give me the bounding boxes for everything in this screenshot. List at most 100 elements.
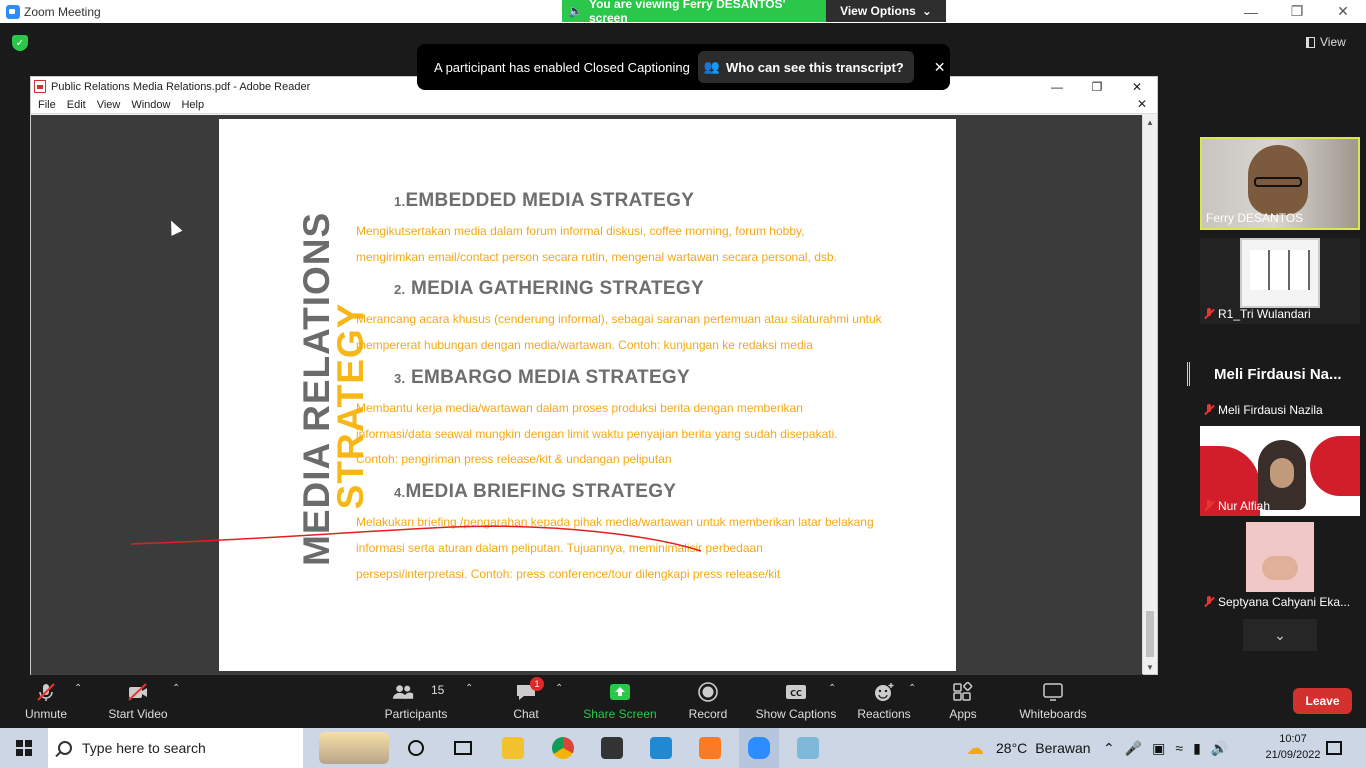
share-banner: 🔈 You are viewing Ferry DESANTOS' screen… [562, 0, 946, 25]
menu-edit[interactable]: Edit [67, 99, 86, 111]
notepad-icon[interactable] [592, 728, 632, 768]
leave-button[interactable]: Leave [1293, 688, 1352, 714]
video-tile-active-speaker[interactable]: Ferry DESANTOS [1200, 137, 1360, 230]
adobe-minimize-button[interactable]: — [1037, 77, 1077, 96]
file-explorer-icon[interactable] [493, 728, 533, 768]
window-background [1240, 238, 1320, 308]
cortana-icon[interactable] [396, 728, 436, 768]
start-video-button[interactable]: Start Video [104, 675, 172, 728]
share-screen-button[interactable]: Share Screen [582, 675, 658, 728]
task-view-icon[interactable] [443, 728, 483, 768]
view-options-button[interactable]: View Options ⌄ [826, 0, 946, 22]
notifications-icon[interactable] [1314, 728, 1354, 768]
weather-widget[interactable]: ☁ 28°C Berawan [966, 728, 1091, 768]
search-icon [58, 741, 72, 755]
whiteboards-button[interactable]: Whiteboards [1016, 675, 1090, 728]
video-off-icon [128, 683, 147, 701]
record-button[interactable]: Record [688, 675, 728, 728]
reactions-button[interactable]: Reactions [855, 675, 913, 728]
apps-button[interactable]: Apps [945, 675, 981, 728]
video-tile[interactable]: Meli Firdausi Na... Meli Firdausi Nazila [1200, 332, 1360, 420]
window-title: Zoom Meeting [24, 4, 101, 19]
xampp-icon[interactable] [690, 728, 730, 768]
scroll-down-icon[interactable]: ▼ [1143, 660, 1157, 674]
adobe-restore-button[interactable]: ❐ [1077, 77, 1117, 96]
pdf-icon [34, 80, 46, 93]
speaker-icon: 🔈 [568, 4, 583, 18]
system-tray: ⌃ 🎤 ▣ ≈ ▮ 🔊 [1103, 728, 1228, 768]
tray-chevron-up-icon[interactable]: ⌃ [1103, 740, 1115, 757]
security-shield-icon[interactable]: ✓ [12, 35, 28, 51]
minimize-button[interactable]: — [1228, 0, 1274, 23]
mic-muted-icon [37, 683, 55, 701]
restore-button[interactable]: ❐ [1274, 0, 1320, 23]
record-icon [698, 682, 718, 702]
menu-view[interactable]: View [97, 99, 121, 111]
scroll-up-icon[interactable]: ▲ [1143, 115, 1157, 129]
show-captions-button[interactable]: CC Show Captions [754, 675, 838, 728]
adobe-window-title: Public Relations Media Relations.pdf - A… [51, 80, 311, 93]
muted-mic-icon [1204, 500, 1214, 512]
muted-mic-icon [1204, 308, 1214, 320]
participant-name: R1_Tri Wulandari [1204, 307, 1311, 321]
participant-name: Nur Alfiah [1204, 499, 1270, 513]
menu-window[interactable]: Window [131, 99, 170, 111]
view-button[interactable]: View [1306, 35, 1346, 49]
chevron-down-icon: ⌄ [921, 4, 932, 18]
muted-mic-icon [1204, 596, 1214, 608]
apps-icon [953, 682, 973, 701]
chat-unread-badge: 1 [530, 677, 544, 691]
annotation-path [130, 525, 702, 552]
tray-battery-icon[interactable]: ▮ [1193, 740, 1201, 757]
weather-temperature: 28°C [996, 740, 1028, 756]
closed-caption-notice: A participant has enabled Closed Caption… [417, 44, 950, 90]
scroll-thumb[interactable] [1146, 611, 1154, 657]
captions-options-caret-icon[interactable]: ⌃ [828, 683, 836, 694]
menu-help[interactable]: Help [181, 99, 204, 111]
unmute-options-caret-icon[interactable]: ⌃ [74, 683, 82, 694]
glasses [1254, 177, 1302, 187]
view-grid-icon [1306, 36, 1315, 48]
adobe-reader-window: Public Relations Media Relations.pdf - A… [30, 76, 1158, 676]
participants-button[interactable]: 15 Participants [384, 675, 448, 728]
video-tile[interactable]: Nur Alfiah [1200, 426, 1360, 516]
adobe-window-controls: — ❐ ✕ [1037, 77, 1157, 96]
svg-text:CC: CC [790, 689, 802, 698]
tray-mic-icon[interactable]: 🎤 [1125, 740, 1142, 757]
video-tile[interactable]: Septyana Cahyani Eka... [1200, 522, 1360, 612]
whiteboard-icon [1043, 683, 1063, 701]
video-tile[interactable]: R1_Tri Wulandari [1200, 238, 1360, 324]
menu-file[interactable]: File [38, 99, 56, 111]
news-widget-icon[interactable] [316, 728, 392, 768]
unmute-button[interactable]: Unmute [18, 675, 74, 728]
taskbar-search-box[interactable]: Type here to search [48, 728, 303, 768]
participants-options-caret-icon[interactable]: ⌃ [465, 683, 473, 694]
weather-cloud-icon: ☁ [966, 737, 984, 758]
close-notice-icon[interactable]: ✕ [934, 59, 946, 76]
close-button[interactable]: ✕ [1320, 0, 1366, 23]
more-participants-chevron-icon[interactable]: ⌄ [1243, 619, 1317, 651]
tray-wifi-icon[interactable]: ≈ [1175, 740, 1183, 756]
people-lock-icon: 👥 [703, 59, 721, 74]
adobe-close-button[interactable]: ✕ [1117, 77, 1157, 96]
reactions-options-caret-icon[interactable]: ⌃ [908, 683, 916, 694]
muted-mic-icon [1204, 404, 1214, 416]
start-button[interactable] [0, 728, 48, 768]
adobe-reader-taskbar-icon[interactable] [788, 728, 828, 768]
video-options-caret-icon[interactable]: ⌃ [172, 683, 180, 694]
zoom-taskbar-icon[interactable] [739, 728, 779, 768]
panel-splitter[interactable] [1187, 362, 1190, 386]
tray-volume-icon[interactable]: 🔊 [1211, 740, 1228, 757]
caption-notice-message: A participant has enabled Closed Caption… [434, 59, 690, 75]
document-close-icon[interactable]: ✕ [1137, 97, 1147, 111]
vertical-scrollbar[interactable]: ▲ ▼ [1142, 115, 1157, 674]
tray-camera-icon[interactable]: ▣ [1152, 740, 1165, 757]
chrome-icon[interactable] [543, 728, 583, 768]
adobe-menubar: File Edit View Window Help ✕ [31, 96, 1157, 114]
participant-name: Meli Firdausi Nazila [1204, 403, 1323, 417]
participant-name: Ferry DESANTOS [1206, 211, 1304, 225]
vscode-icon[interactable] [641, 728, 681, 768]
share-screen-icon [610, 684, 630, 700]
chat-options-caret-icon[interactable]: ⌃ [555, 683, 563, 694]
who-can-see-transcript-button[interactable]: 👥 Who can see this transcript? [697, 51, 914, 83]
